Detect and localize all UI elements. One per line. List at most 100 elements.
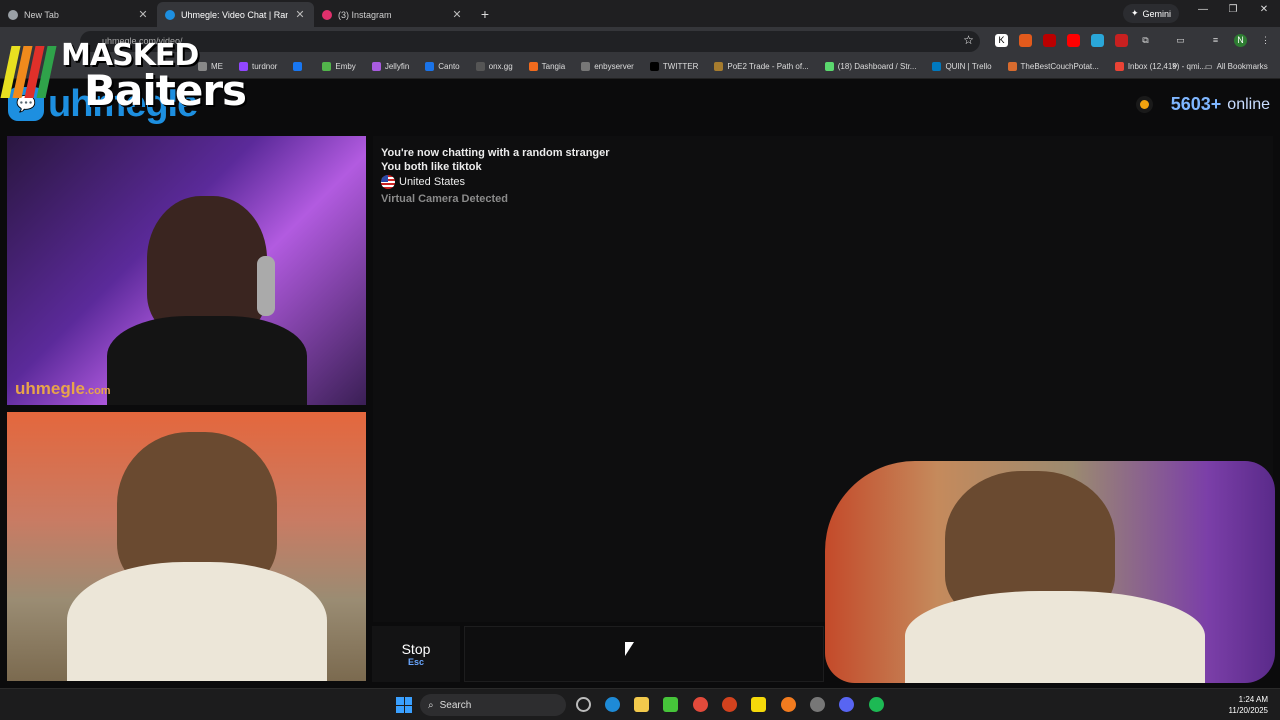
- media-player-icon[interactable]: [663, 697, 678, 712]
- microphone: [257, 256, 275, 316]
- youtube-icon[interactable]: [1067, 34, 1080, 47]
- all-bookmarks-label: All Bookmarks: [1216, 62, 1268, 71]
- folder-icon: ▭: [1205, 62, 1213, 71]
- close-tab-icon[interactable]: ✕: [451, 8, 463, 21]
- reading-list-icon[interactable]: ≡: [1209, 34, 1222, 47]
- media-icon[interactable]: ▭: [1174, 34, 1187, 47]
- close-tab-icon[interactable]: ✕: [137, 8, 149, 21]
- tab-instagram[interactable]: (3) Instagram ✕: [314, 2, 471, 27]
- extension-icon[interactable]: [1115, 34, 1128, 47]
- app-icon[interactable]: [722, 697, 737, 712]
- bookmark-item[interactable]: onx.gg: [468, 62, 521, 71]
- app-icon[interactable]: [810, 697, 825, 712]
- minimize-button[interactable]: —: [1193, 4, 1213, 15]
- bookmark-favicon-icon: [475, 62, 485, 71]
- gemini-button[interactable]: ✦ Gemini: [1123, 4, 1180, 23]
- search-icon: ⌕: [428, 699, 434, 711]
- clock-time: 1:24 AM: [1238, 695, 1268, 704]
- mirror-video-overlay: [825, 461, 1275, 683]
- search-label: Search: [439, 699, 472, 711]
- extension-icon[interactable]: [1091, 34, 1104, 47]
- bookmark-item[interactable]: (18) Dashboard / Str...: [817, 62, 925, 71]
- star-icon[interactable]: ☆: [962, 34, 975, 47]
- watermark-name: uhmegle: [15, 379, 85, 398]
- bookmark-item[interactable]: Canto: [417, 62, 467, 71]
- close-tab-icon[interactable]: ✕: [294, 8, 306, 21]
- instagram-icon: [322, 9, 332, 20]
- spotify-icon[interactable]: [869, 697, 884, 712]
- bookmark-label: QUIN | Trello: [945, 62, 992, 71]
- system-clock[interactable]: 1:24 AM 11/20/2025: [1229, 694, 1268, 716]
- bookmark-item[interactable]: enbyserver: [573, 62, 642, 71]
- tab-title: (3) Instagram: [338, 9, 392, 20]
- stop-label: Stop: [401, 641, 431, 657]
- bookmark-favicon-icon: [293, 62, 303, 71]
- sticky-notes-icon[interactable]: [751, 697, 766, 712]
- stop-button[interactable]: Stop Esc: [372, 626, 460, 682]
- discord-icon[interactable]: [839, 697, 854, 712]
- virtual-camera-notice: Virtual Camera Detected: [381, 193, 508, 205]
- firefox-icon[interactable]: [781, 697, 796, 712]
- menu-icon[interactable]: ⋮: [1259, 34, 1272, 47]
- bookmark-label: Tangia: [541, 62, 566, 71]
- stream-overlay-logo: MASKED Baiters: [0, 38, 247, 116]
- chat-message: You both like tiktok: [381, 161, 482, 173]
- bookmark-label: Canto: [438, 62, 460, 71]
- taskbar-search[interactable]: ⌕ Search: [420, 694, 566, 716]
- all-bookmarks-button[interactable]: ▭ All Bookmarks: [1205, 62, 1268, 71]
- tab-uhmegle[interactable]: Uhmegle: Video Chat | Rand ✕: [157, 2, 314, 27]
- online-count: 5603+: [1170, 94, 1222, 114]
- bookmark-label: enbyserver: [594, 62, 634, 71]
- bookmark-favicon-icon: [824, 62, 834, 71]
- online-counter: 5603+ online: [1139, 94, 1270, 115]
- extension-icon[interactable]: [1019, 34, 1032, 47]
- k-extension-icon[interactable]: K: [995, 34, 1008, 47]
- status-toggle[interactable]: [1139, 100, 1149, 109]
- gemini-label: Gemini: [1142, 8, 1172, 19]
- country-row: United States: [381, 175, 1273, 189]
- bookmark-item[interactable]: Tangia: [521, 62, 574, 71]
- bookmark-item[interactable]: Jellyfin: [364, 62, 417, 71]
- tab-title: Uhmegle: Video Chat | Rand: [181, 9, 288, 20]
- profile-avatar[interactable]: N: [1234, 34, 1247, 47]
- overlay-bars: [0, 46, 57, 98]
- bookmark-item[interactable]: TheBestCouchPotat...: [1000, 62, 1107, 71]
- bookmark-label: TheBestCouchPotat...: [1020, 62, 1099, 71]
- bookmark-item[interactable]: Inbox (12,419) - qmi...: [1107, 62, 1214, 71]
- bookmark-item[interactable]: Emby: [314, 62, 363, 71]
- bookmark-favicon-icon: [1114, 62, 1124, 71]
- bookmark-item[interactable]: PoE2 Trade - Path of...: [706, 62, 816, 71]
- bookmark-item[interactable]: [285, 62, 314, 71]
- us-flag-icon: [381, 175, 395, 189]
- puzzle-icon[interactable]: ⧉: [1139, 34, 1152, 47]
- bookmark-item[interactable]: TWITTER: [642, 62, 707, 71]
- bookmark-favicon-icon: [528, 62, 538, 71]
- task-view-icon[interactable]: [576, 697, 591, 712]
- stranger-person: [147, 196, 267, 336]
- bookmark-favicon-icon: [932, 62, 942, 71]
- windows-start-icon[interactable]: [396, 697, 412, 713]
- tab-title: New Tab: [24, 9, 59, 20]
- bookmark-item[interactable]: QUIN | Trello: [924, 62, 999, 71]
- restore-button[interactable]: ❐: [1223, 4, 1243, 15]
- mouse-cursor: [625, 642, 634, 656]
- more-bookmarks-icon[interactable]: »: [1172, 60, 1178, 71]
- tab-new-tab[interactable]: New Tab ✕: [0, 2, 157, 27]
- new-tab-button[interactable]: +: [475, 2, 495, 27]
- edge-icon[interactable]: [605, 697, 620, 712]
- file-explorer-icon[interactable]: [634, 697, 649, 712]
- chrome-icon[interactable]: [693, 697, 708, 712]
- chat-message: You're now chatting with a random strang…: [381, 147, 610, 159]
- bookmark-label: turdnor: [252, 62, 278, 71]
- online-label: online: [1227, 95, 1270, 113]
- close-window-button[interactable]: ✕: [1254, 4, 1274, 15]
- bookmark-favicon-icon: [1007, 62, 1017, 71]
- uhmegle-watermark: uhmegle.com: [15, 379, 111, 399]
- stranger-video: uhmegle.com: [7, 136, 366, 405]
- message-input[interactable]: [464, 626, 824, 682]
- bookmark-favicon-icon: [425, 62, 435, 71]
- extension-icon[interactable]: [1043, 34, 1056, 47]
- stranger-body: [107, 316, 307, 405]
- bookmark-favicon-icon: [581, 62, 591, 71]
- bookmarks-list: ME turdnor Emby Jellyfin Canto onx.gg Tangia en…: [190, 62, 1214, 71]
